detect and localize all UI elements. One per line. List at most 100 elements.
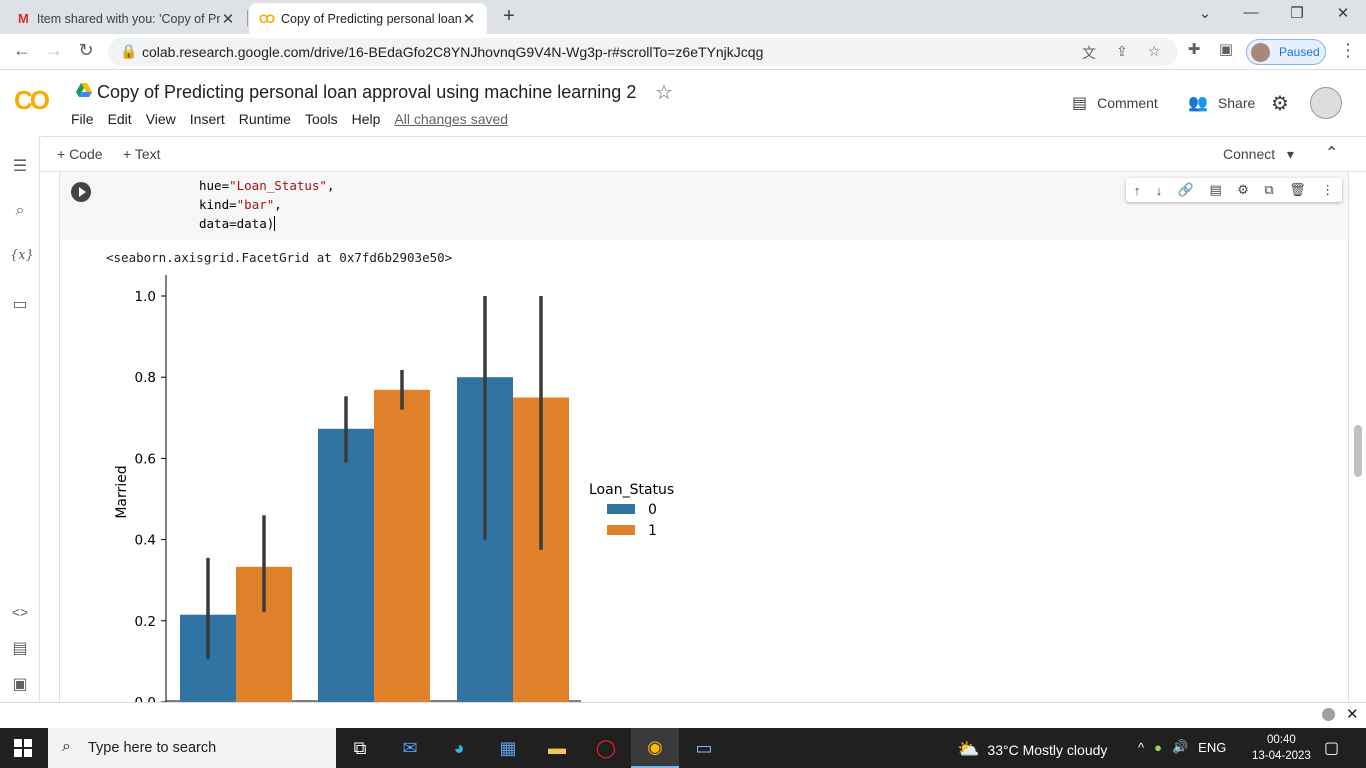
url-text[interactable]: colab.research.google.com/drive/16-BEdaG… [142, 44, 763, 60]
move-up-icon[interactable]: ↑ [1134, 183, 1141, 198]
save-status-link[interactable]: All changes saved [394, 111, 508, 127]
search-placeholder: Type here to search [88, 740, 217, 756]
profile-button[interactable]: Paused [1246, 39, 1326, 65]
legend-label: 1 [648, 523, 657, 539]
more-options-icon[interactable]: ⋮ [1321, 182, 1334, 198]
add-text-button[interactable]: + Text [123, 146, 161, 162]
minimize-icon[interactable]: — [1236, 4, 1266, 21]
chevron-up-icon[interactable]: ^ [1138, 740, 1144, 755]
colab-logo[interactable]: CO [14, 85, 50, 116]
output-text: <seaborn.axisgrid.FacetGrid at 0x7fd6b29… [106, 250, 453, 265]
weather-widget[interactable]: ⛅ 33°C Mostly cloudy [957, 739, 1107, 760]
add-code-button[interactable]: + Code [57, 146, 103, 162]
tab-search-icon[interactable]: ⌄ [1190, 4, 1220, 22]
code-cell: hue="Loan_Status", kind="bar", data=data… [59, 172, 1349, 702]
menu-runtime[interactable]: Runtime [239, 111, 291, 127]
y-axis-label: Married [114, 465, 130, 518]
star-icon[interactable]: ☆ [655, 80, 673, 105]
extensions-icon[interactable]: ✚ [1182, 40, 1206, 58]
language-indicator[interactable]: ENG [1198, 740, 1226, 755]
files-folder-icon[interactable]: ▭ [10, 294, 30, 314]
volume-icon[interactable]: 🔊 [1172, 739, 1188, 755]
legend-swatch [607, 525, 635, 535]
mirror-cell-icon[interactable]: ⧉ [1264, 182, 1273, 198]
translate-icon[interactable]: 文 [1082, 43, 1096, 63]
variables-icon[interactable]: {x} [10, 248, 34, 263]
menu-tools[interactable]: Tools [305, 111, 338, 127]
move-down-icon[interactable]: ↓ [1156, 183, 1163, 198]
system-tray: ^ ● 🔊 ENG [1138, 739, 1226, 755]
menu-help[interactable]: Help [352, 111, 381, 127]
settings-gear-icon[interactable]: ⚙ [1237, 182, 1249, 198]
code-snippets-icon[interactable]: <> [10, 604, 30, 620]
code-line: kind="bar", [199, 197, 282, 212]
taskbar-search-box[interactable]: ⌕ Type here to search [48, 728, 336, 768]
address-bar[interactable]: 🔒 colab.research.google.com/drive/16-BEd… [108, 38, 1178, 66]
comment-label: Comment [1097, 95, 1158, 111]
delete-icon[interactable]: 🗑 [1289, 182, 1306, 198]
legend-label: 0 [648, 502, 657, 518]
colab-header: CO Copy of Predicting personal loan appr… [0, 71, 1366, 135]
new-tab-icon[interactable]: + [498, 5, 520, 28]
windows-start-icon[interactable] [14, 739, 32, 757]
menu-file[interactable]: File [71, 111, 94, 127]
user-avatar[interactable] [1310, 87, 1342, 119]
command-palette-icon[interactable]: ▤ [10, 638, 30, 658]
taskbar-clock[interactable]: 00:40 13-04-2023 [1252, 732, 1311, 764]
remote-desktop-icon[interactable]: ▭ [680, 728, 728, 768]
settings-gear-icon[interactable]: ⚙ [1271, 91, 1289, 116]
close-tab-icon[interactable]: ✕ [461, 10, 477, 28]
search-icon[interactable]: ⌕ [10, 202, 30, 220]
table-of-contents-icon[interactable]: ☰ [10, 156, 30, 176]
menu-view[interactable]: View [146, 111, 176, 127]
code-editor[interactable]: hue="Loan_Status", kind="bar", data=data… [60, 172, 1348, 240]
network-status-icon[interactable]: ● [1154, 740, 1162, 755]
terminal-icon[interactable]: ▣ [10, 674, 30, 694]
chevron-up-icon[interactable]: ⌃ [1325, 143, 1338, 163]
profile-avatar [1251, 43, 1270, 62]
restore-icon[interactable]: ❐ [1282, 4, 1312, 22]
chrome-icon[interactable]: ◉ [631, 728, 679, 768]
menu-insert[interactable]: Insert [190, 111, 225, 127]
file-explorer-icon[interactable]: ▬ [533, 728, 581, 768]
connect-button[interactable]: Connect ▾ [1223, 146, 1294, 163]
comment-icon[interactable]: ▤ [1209, 182, 1221, 198]
edge-icon[interactable]: ◕ [435, 728, 483, 768]
bar [374, 389, 430, 702]
store-icon[interactable]: ▦ [484, 728, 532, 768]
scroll-thumb[interactable] [1354, 425, 1362, 477]
bookmark-star-icon[interactable]: ☆ [1148, 43, 1161, 60]
browser-menu-icon[interactable]: ⋮ [1336, 40, 1360, 61]
tab-gmail[interactable]: M Item shared with you: 'Copy of Pr ✕ [8, 3, 246, 34]
link-icon[interactable]: 🔗 [1178, 182, 1194, 198]
share-page-icon[interactable]: ⇪ [1116, 43, 1128, 60]
tab-colab[interactable]: CO Copy of Predicting personal loan ✕ [249, 3, 487, 34]
side-panel-icon[interactable]: ▣ [1214, 40, 1238, 58]
run-cell-button[interactable] [71, 182, 91, 202]
mail-icon[interactable]: ✉ [386, 728, 434, 768]
weather-text: 33°C Mostly cloudy [987, 741, 1108, 758]
comment-button[interactable]: ▤ Comment [1072, 93, 1158, 113]
windows-taskbar: ⌕ Type here to search ⧉ ✉ ◕ ▦ ▬ ◯ ◉ ▭ ⛅ … [0, 728, 1366, 768]
reload-icon[interactable]: ↻ [74, 40, 98, 61]
task-view-icon[interactable]: ⧉ [336, 728, 384, 768]
notification-icon[interactable]: ▢ [1324, 738, 1339, 758]
status-strip: ✕ [0, 702, 1366, 728]
code-text[interactable]: hue="Loan_Status", kind="bar", data=data… [199, 176, 334, 233]
chart-legend: Loan_Status 0 1 [589, 482, 674, 539]
lock-icon[interactable]: 🔒 [120, 43, 137, 60]
menu-edit[interactable]: Edit [108, 111, 132, 127]
forward-icon[interactable]: → [42, 40, 66, 61]
back-icon[interactable]: ← [10, 40, 34, 61]
close-icon[interactable]: ✕ [1346, 705, 1359, 723]
y-tick-label: 0.4 [135, 533, 156, 549]
notebook-title[interactable]: Copy of Predicting personal loan approva… [97, 82, 636, 103]
share-button[interactable]: 👥 Share [1188, 93, 1255, 113]
code-line: hue="Loan_Status", [199, 178, 335, 193]
google-drive-icon[interactable] [76, 83, 92, 97]
opera-icon[interactable]: ◯ [582, 728, 630, 768]
close-tab-icon[interactable]: ✕ [220, 10, 236, 28]
notebook-toolbar: + Code + Text Connect ▾ ⌃ [41, 136, 1366, 172]
page-scrollbar[interactable] [1350, 172, 1366, 702]
close-window-icon[interactable]: ✕ [1328, 4, 1358, 22]
